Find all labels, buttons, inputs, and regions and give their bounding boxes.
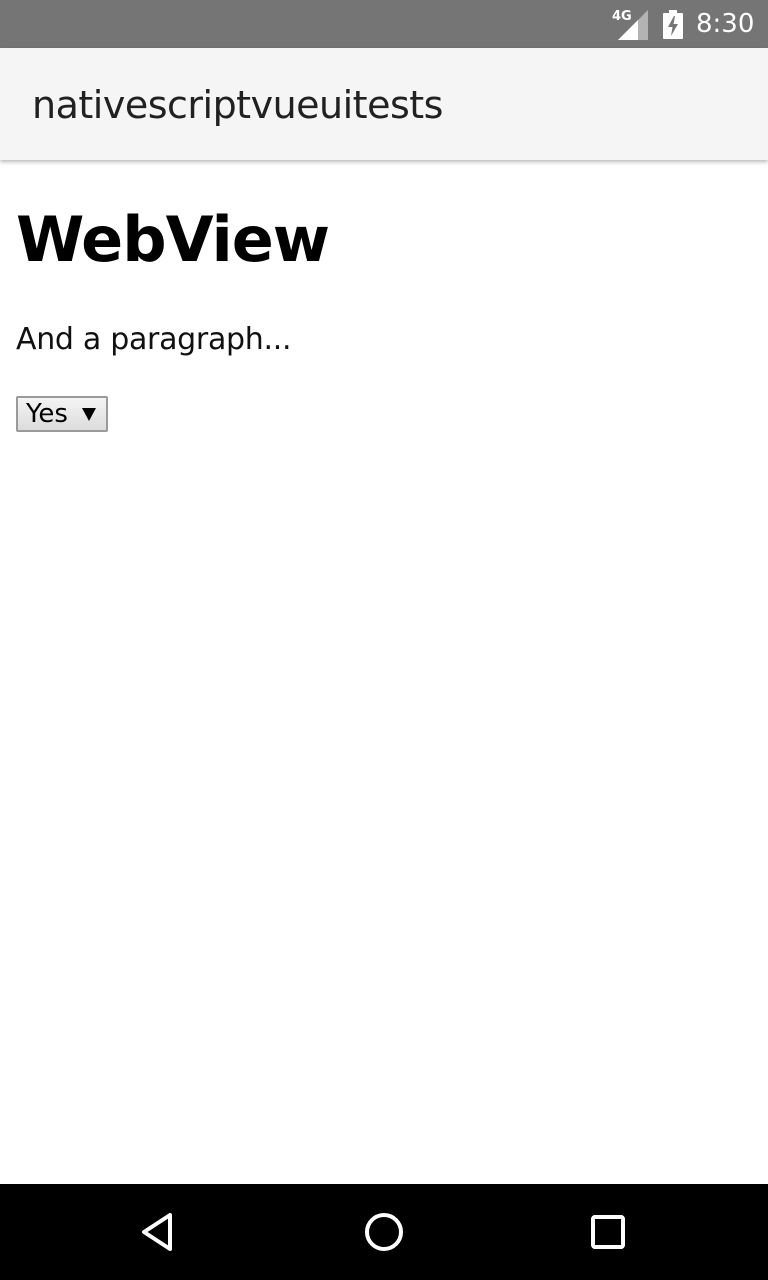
recents-icon: [591, 1215, 625, 1249]
navigation-bar: [0, 1184, 768, 1280]
home-icon: [365, 1213, 403, 1251]
web-view-heading: WebView: [16, 203, 330, 276]
dropdown-arrow-icon: [82, 408, 96, 421]
status-bar: 4G 8:30: [0, 0, 768, 48]
yes-no-select[interactable]: Yes: [16, 396, 108, 432]
network-indicator: 4G: [612, 9, 648, 40]
home-button[interactable]: [360, 1208, 408, 1256]
back-button[interactable]: [136, 1208, 184, 1256]
app-title: nativescriptvueuitests: [32, 83, 443, 127]
web-view-paragraph: And a paragraph...: [16, 322, 292, 357]
status-time: 8:30: [696, 9, 755, 39]
web-view[interactable]: WebView And a paragraph... Yes: [0, 160, 768, 1184]
network-type-label: 4G: [612, 9, 632, 24]
action-bar: nativescriptvueuitests: [0, 48, 768, 160]
recents-button[interactable]: [584, 1208, 632, 1256]
battery-charging-icon: [663, 10, 683, 39]
select-value: Yes: [26, 399, 68, 429]
back-icon: [142, 1213, 172, 1251]
device-screen: 4G 8:30 nativescriptvueuitests WebView A…: [0, 0, 768, 1280]
